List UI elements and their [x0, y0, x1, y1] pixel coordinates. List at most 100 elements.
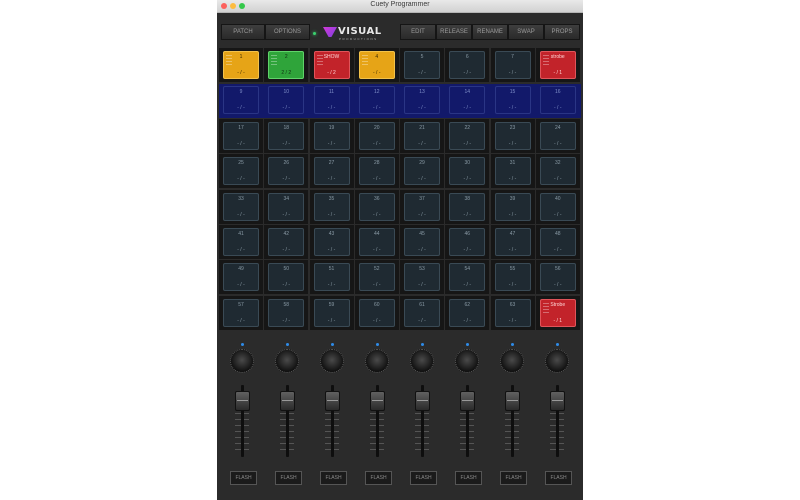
cue-pad[interactable]: 41 - / -: [223, 228, 259, 256]
cue-pad[interactable]: 59 - / -: [313, 298, 350, 327]
rotary-knob[interactable]: [230, 349, 254, 373]
cue-pad[interactable]: Strobe - / 1: [539, 298, 576, 327]
flash-button[interactable]: FLASH: [545, 471, 572, 485]
cue-pad[interactable]: 31 - / -: [494, 157, 531, 186]
rotary-knob[interactable]: [455, 349, 479, 373]
cue-pad[interactable]: 40 - / -: [539, 192, 576, 221]
cue-pad[interactable]: 35 - / -: [313, 192, 350, 221]
patch-button[interactable]: PATCH: [221, 24, 265, 40]
cue-pad[interactable]: 37 - / -: [404, 192, 440, 221]
cue-pad[interactable]: 46 - / -: [449, 228, 486, 256]
rotary-knob[interactable]: [500, 349, 524, 373]
rotary-knob[interactable]: [545, 349, 569, 373]
cue-pad[interactable]: 44 - / -: [358, 228, 395, 256]
cue-pad[interactable]: 10 - / -: [268, 86, 305, 115]
cue-pad[interactable]: 24 - / -: [539, 121, 576, 150]
cue-pad[interactable]: 47 - / -: [494, 228, 531, 256]
fader-handle[interactable]: [460, 390, 475, 411]
cue-pad[interactable]: 9 - / -: [223, 86, 259, 115]
rotary-knob[interactable]: [365, 349, 389, 373]
flash-button[interactable]: FLASH: [365, 471, 392, 485]
cue-pad[interactable]: 20 - / -: [358, 121, 395, 150]
cue-pad[interactable]: 39 - / -: [494, 192, 531, 221]
flash-button[interactable]: FLASH: [410, 471, 437, 485]
cue-pad[interactable]: 36 - / -: [358, 192, 395, 221]
flash-button[interactable]: FLASH: [275, 471, 302, 485]
cue-pad[interactable]: 29 - / -: [404, 157, 440, 186]
flash-button[interactable]: FLASH: [500, 471, 527, 485]
cue-pad[interactable]: 13 - / -: [404, 86, 440, 115]
cue-pad[interactable]: 57 - / -: [223, 298, 259, 327]
cue-pad[interactable]: 7 - / -: [494, 51, 531, 79]
cue-pad[interactable]: 52 - / -: [358, 263, 395, 292]
cue-pad[interactable]: 5 - / -: [404, 51, 440, 79]
fader-handle[interactable]: [505, 390, 520, 411]
cue-pad[interactable]: 16 - / -: [539, 86, 576, 115]
fader-handle[interactable]: [280, 390, 295, 411]
fader-handle[interactable]: [325, 390, 340, 411]
flash-button[interactable]: FLASH: [455, 471, 482, 485]
cue-pad[interactable]: 48 - / -: [539, 228, 576, 256]
cue-pad[interactable]: 21 - / -: [404, 121, 440, 150]
cue-pad[interactable]: 63 - / -: [494, 298, 531, 327]
cue-pad[interactable]: 42 - / -: [268, 228, 305, 256]
cue-pad[interactable]: SHOW - / 2: [313, 51, 350, 79]
fader-handle[interactable]: [415, 390, 430, 411]
fader-handle[interactable]: [370, 390, 385, 411]
cue-cell: 35 - / -: [309, 189, 354, 224]
edit-button[interactable]: EDIT: [400, 24, 436, 40]
fader-handle[interactable]: [235, 390, 250, 411]
fader-handle[interactable]: [550, 390, 565, 411]
cue-pad[interactable]: 58 - / -: [268, 298, 305, 327]
cue-pad[interactable]: 33 - / -: [223, 192, 259, 221]
cue-pad[interactable]: 62 - / -: [449, 298, 486, 327]
cue-pad[interactable]: 11 - / -: [313, 86, 350, 115]
cue-pad[interactable]: 30 - / -: [449, 157, 486, 186]
cue-pad[interactable]: 19 - / -: [313, 121, 350, 150]
cue-pad[interactable]: 56 - / -: [539, 263, 576, 292]
options-button[interactable]: OPTIONS: [265, 24, 310, 40]
cue-cell: 25 - / -: [219, 154, 263, 189]
cue-pad[interactable]: 6 - / -: [449, 51, 486, 79]
cue-pad[interactable]: 15 - / -: [494, 86, 531, 115]
cue-pad[interactable]: 1 - / -: [223, 51, 259, 79]
cue-pad[interactable]: 49 - / -: [223, 263, 259, 292]
cue-pad[interactable]: 55 - / -: [494, 263, 531, 292]
cue-pad[interactable]: 23 - / -: [494, 121, 531, 150]
rotary-knob[interactable]: [410, 349, 434, 373]
cue-pad[interactable]: 54 - / -: [449, 263, 486, 292]
cue-pad[interactable]: 60 - / -: [358, 298, 395, 327]
cue-pad[interactable]: 4 - / -: [358, 51, 395, 79]
cue-pad[interactable]: 14 - / -: [449, 86, 486, 115]
cue-pad[interactable]: 17 - / -: [223, 121, 259, 150]
cue-pad[interactable]: 12 - / -: [358, 86, 395, 115]
cue-pad[interactable]: 18 - / -: [268, 121, 305, 150]
flash-button[interactable]: FLASH: [320, 471, 347, 485]
cue-pad[interactable]: strobe - / 1: [539, 51, 576, 79]
cue-pad[interactable]: 2 2 / 2: [268, 51, 305, 79]
props-button[interactable]: PROPS: [544, 24, 580, 40]
cue-pad[interactable]: 26 - / -: [268, 157, 305, 186]
cue-pad[interactable]: 50 - / -: [268, 263, 305, 292]
cue-pad[interactable]: 25 - / -: [223, 157, 259, 186]
cue-pad[interactable]: 61 - / -: [404, 298, 440, 327]
cue-pad[interactable]: 28 - / -: [358, 157, 395, 186]
swap-button[interactable]: SWAP: [508, 24, 544, 40]
cue-pad[interactable]: 38 - / -: [449, 192, 486, 221]
cue-pad[interactable]: 53 - / -: [404, 263, 440, 292]
pad-level: - / -: [327, 282, 336, 289]
rename-button[interactable]: RENAME: [472, 24, 508, 40]
cue-cell: 47 - / -: [490, 225, 535, 259]
flash-button[interactable]: FLASH: [230, 471, 257, 485]
cue-pad[interactable]: 51 - / -: [313, 263, 350, 292]
cue-pad[interactable]: 43 - / -: [313, 228, 350, 256]
rotary-knob[interactable]: [275, 349, 299, 373]
cue-pad[interactable]: 32 - / -: [539, 157, 576, 186]
cue-pad[interactable]: 34 - / -: [268, 192, 305, 221]
cue-pad[interactable]: 27 - / -: [313, 157, 350, 186]
pad-label: 12: [373, 89, 380, 96]
cue-pad[interactable]: 45 - / -: [404, 228, 440, 256]
cue-pad[interactable]: 22 - / -: [449, 121, 486, 150]
release-button[interactable]: RELEASE: [436, 24, 472, 40]
rotary-knob[interactable]: [320, 349, 344, 373]
